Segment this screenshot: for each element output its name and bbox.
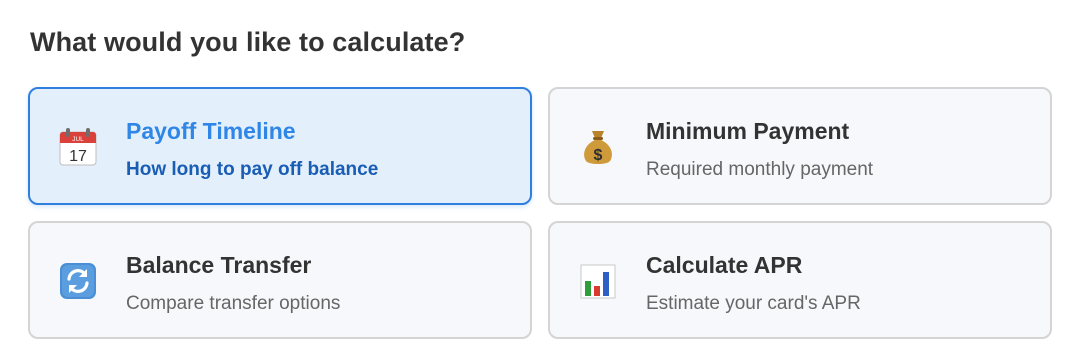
option-card-calculate-apr[interactable]: Calculate APR Estimate your card's APR [548,221,1052,339]
option-card-minimum-payment[interactable]: $ Minimum Payment Required monthly payme… [548,87,1052,205]
option-description: Compare transfer options [126,293,341,314]
calendar-icon: JUL 17 [59,128,97,166]
option-grid: JUL 17 Payoff Timeline How long to pay o… [28,87,1052,339]
calculator-type-picker: What would you like to calculate? JUL 17… [0,0,1088,362]
bar-chart-icon [580,264,616,299]
option-card-balance-transfer[interactable]: Balance Transfer Compare transfer option… [28,221,532,339]
option-title: Balance Transfer [126,252,312,278]
svg-text:17: 17 [69,148,87,165]
option-description: Estimate your card's APR [646,293,861,314]
arrows-cycle-icon [60,263,96,299]
page-title: What would you like to calculate? [30,27,466,57]
option-title: Payoff Timeline [126,118,296,144]
option-description: Required monthly payment [646,159,874,180]
option-description: How long to pay off balance [126,159,379,180]
option-title: Calculate APR [646,252,803,278]
money-bag-icon: $ [584,131,612,164]
option-title: Minimum Payment [646,118,850,144]
svg-text:JUL: JUL [72,136,84,143]
option-card-payoff-timeline[interactable]: JUL 17 Payoff Timeline How long to pay o… [28,87,532,205]
svg-text:$: $ [594,147,603,164]
